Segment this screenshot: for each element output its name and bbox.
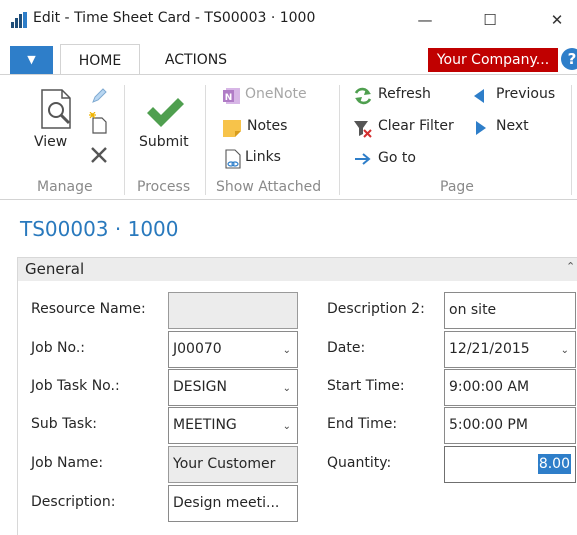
fasttab-general-title: General bbox=[25, 260, 85, 278]
previous-label: Previous bbox=[496, 86, 556, 102]
application-menu-button[interactable]: ▼ bbox=[10, 46, 53, 74]
start-time-field[interactable]: 9:00:00 AM bbox=[444, 369, 576, 406]
help-icon[interactable]: ? bbox=[561, 48, 577, 70]
previous-arrow-icon bbox=[474, 89, 484, 103]
maximize-button[interactable]: ☐ bbox=[470, 6, 510, 34]
description-2-field[interactable]: on site bbox=[444, 292, 576, 329]
view-label: View bbox=[34, 134, 68, 150]
sub-task-label: Sub Task: bbox=[31, 416, 98, 432]
job-name-value: Your Customer bbox=[173, 456, 276, 472]
tab-actions[interactable]: ACTIONS bbox=[150, 44, 242, 74]
page-title: TS00003 · 1000 bbox=[20, 217, 179, 241]
go-to-label: Go to bbox=[378, 150, 416, 166]
onenote-icon: N bbox=[223, 88, 240, 104]
checkmark-icon bbox=[147, 98, 184, 127]
quantity-value: 8.00 bbox=[537, 454, 571, 474]
svg-text:N: N bbox=[225, 93, 233, 103]
notes-label: Notes bbox=[247, 118, 288, 134]
window-title: Edit - Time Sheet Card - TS00003 · 1000 bbox=[33, 10, 316, 26]
chevron-down-icon[interactable]: ⌄ bbox=[283, 333, 291, 367]
next-label: Next bbox=[496, 118, 529, 134]
description-field[interactable]: Design meeti... bbox=[168, 485, 298, 522]
group-label-process: Process bbox=[137, 179, 191, 195]
app-icon bbox=[10, 11, 28, 29]
date-label: Date: bbox=[327, 340, 366, 356]
chevron-down-icon[interactable]: ⌄ bbox=[561, 333, 569, 367]
job-name-field[interactable]: Your Customer bbox=[168, 446, 298, 483]
description-label: Description: bbox=[31, 494, 116, 510]
group-label-page: Page bbox=[440, 179, 474, 195]
links-label: Links bbox=[245, 149, 281, 165]
end-time-label: End Time: bbox=[327, 416, 398, 432]
group-separator bbox=[205, 85, 206, 195]
resource-name-label: Resource Name: bbox=[31, 301, 146, 317]
company-badge[interactable]: Your Company... bbox=[428, 48, 558, 72]
tab-home[interactable]: HOME bbox=[60, 44, 140, 74]
description-2-value: on site bbox=[449, 302, 497, 318]
ribbon: View Manage Submit Process N OneNote Not… bbox=[0, 74, 577, 200]
group-label-show-attached: Show Attached bbox=[216, 179, 322, 195]
delete-icon[interactable] bbox=[89, 145, 109, 165]
quantity-label: Quantity: bbox=[327, 455, 392, 471]
clear-filter-icon bbox=[354, 121, 372, 138]
date-field[interactable]: 12/21/2015 ⌄ bbox=[444, 331, 576, 368]
group-separator bbox=[339, 85, 340, 195]
job-name-label: Job Name: bbox=[31, 455, 104, 471]
sub-task-field[interactable]: MEETING ⌄ bbox=[168, 407, 298, 444]
arrow-right-icon bbox=[355, 153, 371, 165]
links-icon bbox=[225, 149, 241, 169]
group-label-manage: Manage bbox=[37, 179, 93, 195]
new-icon[interactable] bbox=[89, 112, 109, 134]
chevron-up-icon: ⌃ bbox=[566, 260, 576, 273]
ribbon-tab-row: ▼ HOME ACTIONS Your Company... ? bbox=[0, 44, 577, 74]
group-separator bbox=[124, 85, 125, 195]
start-time-value: 9:00:00 AM bbox=[449, 379, 530, 395]
notes-icon bbox=[223, 120, 241, 137]
job-no-value: J00070 bbox=[173, 341, 222, 357]
chevron-down-icon[interactable]: ⌄ bbox=[283, 371, 291, 405]
description-2-label: Description 2: bbox=[327, 301, 425, 317]
quantity-field[interactable]: 8.00 bbox=[444, 446, 576, 483]
date-value: 12/21/2015 bbox=[449, 341, 530, 357]
chevron-down-icon[interactable]: ⌄ bbox=[283, 409, 291, 443]
edit-icon[interactable] bbox=[90, 87, 108, 105]
job-no-field[interactable]: J00070 ⌄ bbox=[168, 331, 298, 368]
onenote-label: OneNote bbox=[245, 86, 307, 102]
minimize-button[interactable]: — bbox=[405, 6, 445, 34]
job-task-no-field[interactable]: DESIGN ⌄ bbox=[168, 369, 298, 406]
sub-task-value: MEETING bbox=[173, 417, 237, 433]
fasttab-general[interactable]: General ⌃ bbox=[17, 257, 577, 281]
submit-label: Submit bbox=[139, 134, 189, 150]
close-button[interactable]: ✕ bbox=[537, 6, 577, 34]
refresh-icon bbox=[354, 87, 372, 105]
start-time-label: Start Time: bbox=[327, 378, 405, 394]
title-bar: Edit - Time Sheet Card - TS00003 · 1000 … bbox=[0, 0, 577, 40]
group-separator bbox=[571, 85, 572, 195]
next-arrow-icon bbox=[476, 121, 486, 135]
job-task-no-label: Job Task No.: bbox=[31, 378, 120, 394]
refresh-label: Refresh bbox=[378, 86, 431, 102]
job-task-no-value: DESIGN bbox=[173, 379, 227, 395]
view-icon bbox=[41, 89, 71, 129]
end-time-field[interactable]: 5:00:00 PM bbox=[444, 407, 576, 444]
job-no-label: Job No.: bbox=[31, 340, 85, 356]
end-time-value: 5:00:00 PM bbox=[449, 417, 528, 433]
description-value: Design meeti... bbox=[173, 495, 280, 511]
clear-filter-label: Clear Filter bbox=[378, 118, 454, 134]
resource-name-field[interactable] bbox=[168, 292, 298, 329]
